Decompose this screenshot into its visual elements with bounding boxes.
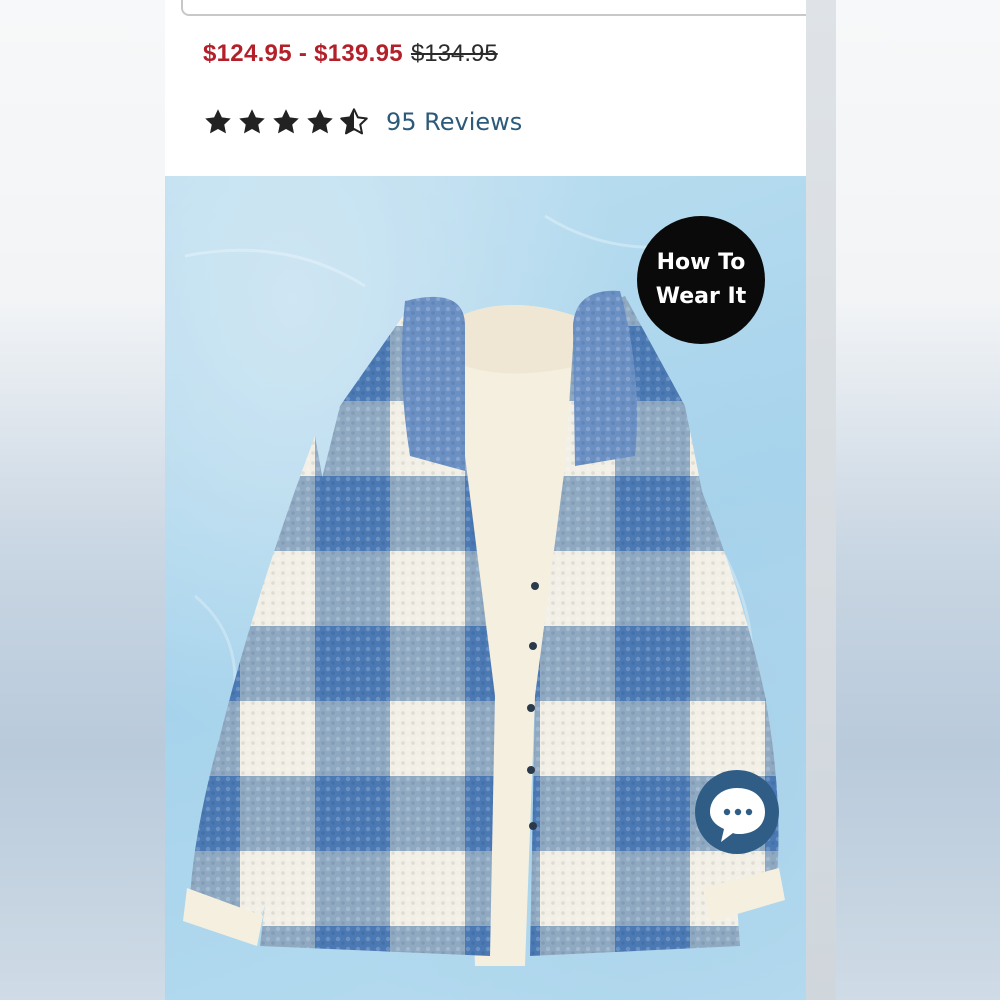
search-input[interactable]: ⌕ [181,0,806,16]
backdrop-left [0,0,165,1000]
original-price: $134.95 [410,40,498,67]
chat-bubble-icon [695,770,779,854]
sale-price: $124.95 - $139.95 [203,40,403,67]
star-icon [237,107,267,137]
half-star-icon [339,107,369,137]
badge-line-2: Wear It [655,284,747,309]
how-to-wear-it-button[interactable]: How To Wear It [637,216,765,344]
price-row: $124.95 - $139.95 $134.95 [203,40,498,74]
scroll-gutter [806,0,836,1000]
product-page: ⌕ $124.95 - $139.95 $134.95 [165,0,806,1000]
star-icon [271,107,301,137]
search-icon: ⌕ [205,0,212,3]
product-image[interactable]: How To Wear It [165,176,806,1000]
star-icon [203,107,233,137]
reviews-link[interactable]: 95 Reviews [386,108,522,136]
star-rating [203,107,369,137]
star-icon [305,107,335,137]
backdrop-right [836,0,1000,1000]
badge-line-1: How To [656,250,746,275]
chat-button[interactable] [693,768,783,858]
rating-row[interactable]: 95 Reviews [203,104,522,140]
